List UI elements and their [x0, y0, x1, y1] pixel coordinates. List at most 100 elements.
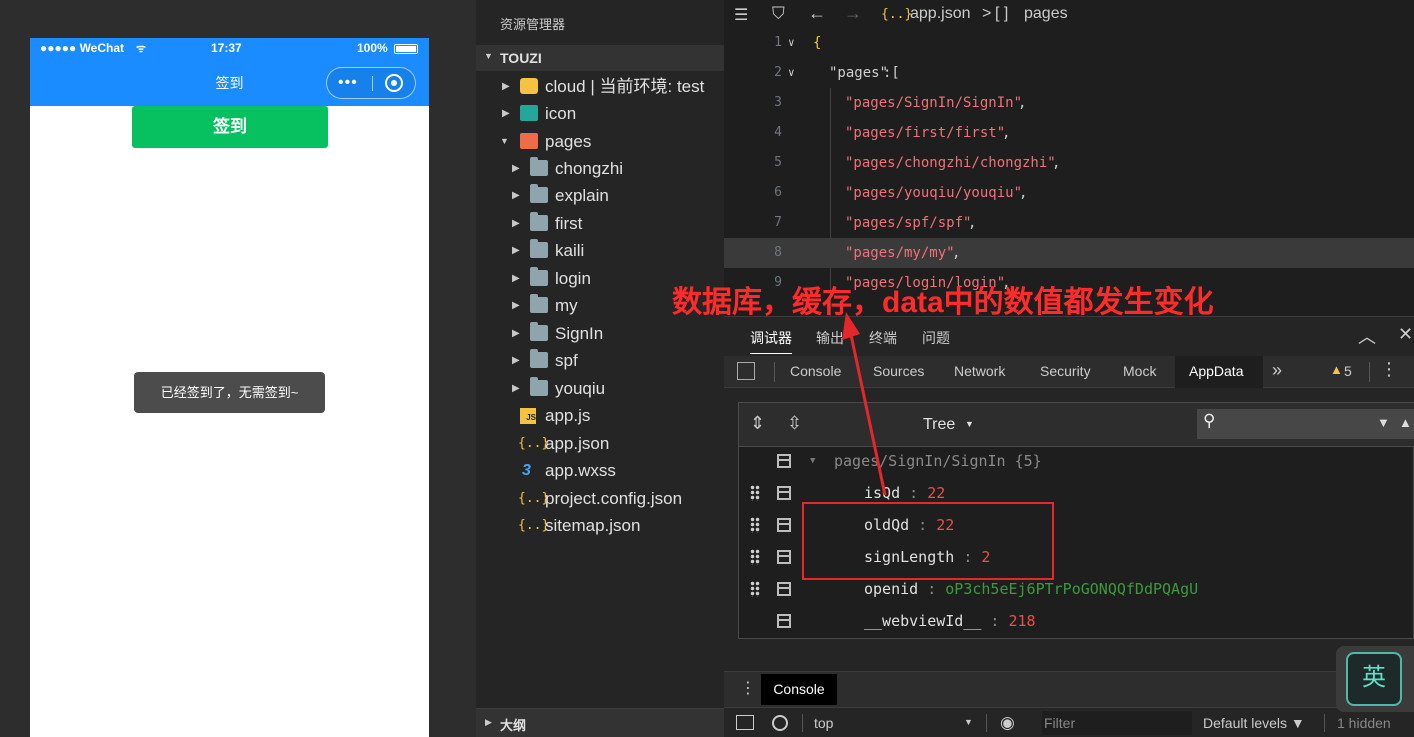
- kebab-menu-icon[interactable]: ⋮: [740, 680, 756, 698]
- drag-handle-icon[interactable]: [750, 549, 760, 565]
- sort-up-icon[interactable]: ▲: [1399, 415, 1412, 430]
- drag-handle-icon[interactable]: [750, 485, 760, 501]
- tree-item-signin[interactable]: ▶ SignIn: [476, 320, 724, 347]
- code-line[interactable]: 5 "pages/chongzhi/chongzhi" ,: [724, 148, 1414, 178]
- divider: [1324, 714, 1325, 732]
- chevron-down-icon: ▼: [500, 136, 509, 146]
- tab-debugger[interactable]: 调试器: [750, 328, 792, 354]
- tree-item-pages[interactable]: ▼ pages: [476, 128, 724, 155]
- tab-problems[interactable]: 问题: [922, 328, 950, 348]
- project-header[interactable]: ▼ TOUZI: [476, 45, 724, 71]
- divider: [774, 362, 775, 382]
- tree-item-spf[interactable]: ▶ spf: [476, 347, 724, 374]
- tab-console[interactable]: Console: [790, 363, 841, 379]
- tab-console-drawer[interactable]: Console: [761, 674, 837, 705]
- battery-icon: [394, 44, 418, 54]
- tree-item-label: pages: [545, 132, 592, 151]
- back-arrow-icon[interactable]: ←: [808, 3, 826, 24]
- fold-chevron-icon[interactable]: ∨: [788, 58, 795, 88]
- row-icon[interactable]: [777, 582, 791, 596]
- tab-mock[interactable]: Mock: [1123, 363, 1156, 379]
- code-line[interactable]: 7 "pages/spf/spf" ,: [724, 208, 1414, 238]
- breadcrumb-node[interactable]: pages: [1024, 5, 1068, 23]
- tree-item-cloud[interactable]: ▶ cloud | 当前环境: test: [476, 73, 724, 100]
- tree-item-sitemap[interactable]: {..} sitemap.json: [476, 512, 724, 539]
- close-icon[interactable]: ✕: [1398, 324, 1413, 345]
- code-string: "pages/spf/spf": [845, 215, 972, 231]
- tree-item-app-wxss[interactable]: 3 app.wxss: [476, 457, 724, 484]
- more-dots-icon[interactable]: •••: [338, 75, 358, 91]
- tree-item-app-json[interactable]: {..} app.json: [476, 430, 724, 457]
- context-select[interactable]: top: [814, 715, 833, 731]
- tree-item-chongzhi[interactable]: ▶ chongzhi: [476, 155, 724, 182]
- pages-folder-icon: [520, 133, 538, 149]
- tree-item-kaili[interactable]: ▶ kaili: [476, 237, 724, 264]
- code-line[interactable]: 2 ∨ "pages" :[: [724, 58, 1414, 88]
- folder-icon: [530, 322, 548, 341]
- eye-icon[interactable]: ◉: [1000, 713, 1015, 733]
- kebab-menu-icon[interactable]: ⋮: [1380, 360, 1398, 378]
- console-filter-input[interactable]: Filter: [1042, 711, 1192, 735]
- data-value[interactable]: 218: [1009, 612, 1036, 630]
- expand-all-icon[interactable]: ⇳: [787, 413, 802, 433]
- menu-capsule[interactable]: •••: [326, 67, 416, 99]
- tree-item-label: spf: [555, 351, 578, 370]
- chevron-right-icon: ▶: [512, 190, 520, 201]
- row-collapse-icon[interactable]: [777, 454, 791, 468]
- log-levels-select[interactable]: Default levels ▼: [1203, 715, 1305, 731]
- code-line-current[interactable]: 8 "pages/my/my" ,: [724, 238, 1414, 268]
- code-line[interactable]: 3 "pages/SignIn/SignIn" ,: [724, 88, 1414, 118]
- tree-item-label: app.json: [545, 434, 610, 453]
- view-mode-select[interactable]: Tree: [923, 416, 955, 434]
- row-icon[interactable]: [777, 614, 791, 628]
- collapse-all-icon[interactable]: ⇕: [750, 413, 765, 433]
- data-value[interactable]: oP3ch5eEj6PTrPoGONQQfDdPQAgU: [945, 580, 1198, 598]
- ime-widget[interactable]: 英: [1336, 646, 1414, 712]
- tree-item-label: login: [555, 269, 591, 288]
- bookmark-icon[interactable]: ⛉: [772, 4, 785, 24]
- row-icon[interactable]: [777, 486, 791, 500]
- breadcrumb-file[interactable]: app.json: [910, 5, 971, 23]
- outline-header[interactable]: ▶ 大纲: [476, 708, 724, 737]
- fold-chevron-icon[interactable]: ∨: [788, 28, 795, 58]
- maximize-chevron-icon[interactable]: ︿: [1358, 323, 1376, 349]
- list-icon[interactable]: ☰: [734, 5, 748, 25]
- sort-down-icon[interactable]: ▼: [1377, 415, 1390, 430]
- drag-handle-icon[interactable]: [750, 581, 760, 597]
- ime-mode-label[interactable]: 英: [1346, 652, 1402, 706]
- code-text: :[: [883, 65, 900, 81]
- close-mini-program-icon[interactable]: [385, 74, 403, 92]
- clear-console-icon[interactable]: [772, 715, 788, 731]
- code-line[interactable]: 4 "pages/first/first" ,: [724, 118, 1414, 148]
- tree-item-label: app.wxss: [545, 461, 616, 480]
- data-value[interactable]: 22: [927, 484, 945, 502]
- row-icon[interactable]: [777, 518, 791, 532]
- code-line[interactable]: 6 "pages/youqiu/youqiu" ,: [724, 178, 1414, 208]
- tab-network[interactable]: Network: [954, 363, 1005, 379]
- tree-item-explain[interactable]: ▶ explain: [476, 182, 724, 209]
- chevron-down-icon: ▼: [484, 51, 493, 61]
- drag-handle-icon[interactable]: [750, 517, 760, 533]
- editor-toolbar: ☰ ⛉ ← → {..} app.json > [ ] pages: [724, 0, 1414, 30]
- tree-item-app-js[interactable]: JS app.js: [476, 402, 724, 429]
- tab-security[interactable]: Security: [1040, 363, 1091, 379]
- sidebar-toggle-icon[interactable]: [736, 715, 754, 730]
- tree-item-icon[interactable]: ▶ icon: [476, 100, 724, 127]
- tree-item-project-config[interactable]: {..} project.config.json: [476, 485, 724, 512]
- tree-item-first[interactable]: ▶ first: [476, 210, 724, 237]
- inspect-element-icon[interactable]: [737, 362, 755, 380]
- warning-count[interactable]: 5: [1344, 363, 1352, 379]
- forward-arrow-icon[interactable]: →: [844, 3, 862, 24]
- code-line[interactable]: 1 ∨ {: [724, 28, 1414, 58]
- explorer-title: 资源管理器: [500, 17, 566, 32]
- tab-appdata[interactable]: AppData: [1189, 363, 1243, 379]
- tree-item-youqiu[interactable]: ▶ youqiu: [476, 375, 724, 402]
- more-tabs-icon[interactable]: »: [1272, 360, 1282, 381]
- code-comma: ,: [968, 215, 977, 231]
- code-string: "pages/my/my": [845, 245, 955, 261]
- sign-in-button[interactable]: 签到: [132, 106, 328, 148]
- data-key: __webviewId__: [864, 612, 982, 630]
- appdata-row[interactable]: __webviewId__ : 218: [739, 605, 1414, 637]
- row-icon[interactable]: [777, 550, 791, 564]
- folder-icon: [530, 184, 548, 203]
